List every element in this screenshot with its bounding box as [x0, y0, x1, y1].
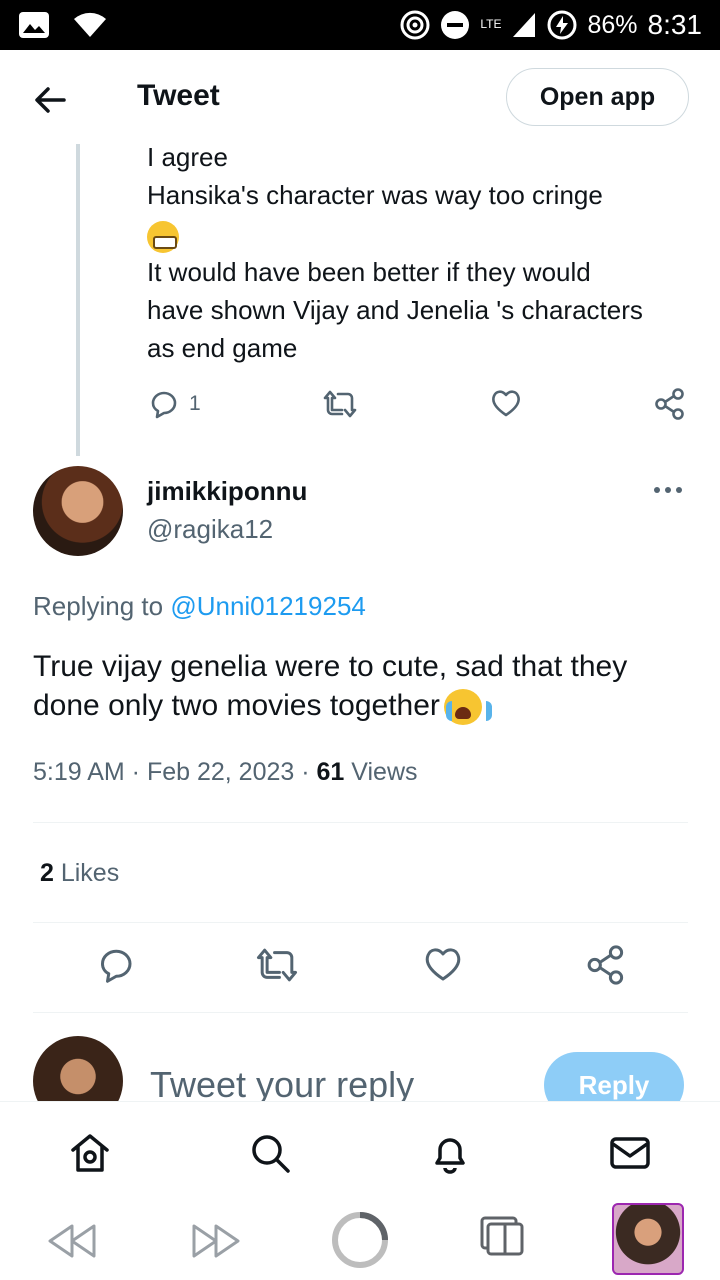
display-name[interactable]: jimikkiponnu [147, 476, 307, 507]
likes-count: 2 [40, 859, 54, 887]
tweet-line: True vijay genelia were to cute, sad tha… [33, 650, 628, 683]
messages-icon[interactable] [609, 1132, 651, 1174]
more-options-icon[interactable] [654, 480, 686, 500]
dnd-icon [441, 11, 470, 39]
reply-input[interactable]: Tweet your reply [150, 1064, 414, 1106]
network-type: LTE [480, 17, 502, 31]
reply-icon [151, 391, 177, 419]
status-bar: LTE 86% 8:31 [0, 0, 720, 50]
wifi-icon [74, 12, 106, 37]
open-app-button[interactable]: Open app [506, 68, 689, 126]
share-icon[interactable] [586, 945, 626, 985]
tweet-line-with-emoji: done only two movies together [33, 686, 693, 726]
replying-to: Replying to @Unni01219254 [33, 591, 366, 622]
loudly-crying-face-emoji [443, 689, 492, 726]
reply-icon[interactable] [95, 945, 135, 985]
parent-line: Hansika's character was way too cringe [147, 180, 603, 210]
timestamp: 5:19 AM · Feb 22, 2023 · [33, 758, 317, 786]
browser-forward-icon[interactable] [190, 1222, 242, 1260]
parent-line: It would have been better if they would [147, 257, 591, 288]
back-arrow-icon[interactable] [30, 80, 70, 120]
tweet-text: True vijay genelia were to cute, sad tha… [33, 647, 693, 726]
battery-charging-icon [547, 10, 577, 40]
like-icon[interactable] [490, 388, 522, 418]
battery-percent: 86% [587, 10, 638, 39]
hotspot-icon [400, 10, 430, 40]
search-icon[interactable] [249, 1132, 291, 1174]
bottom-navigation [0, 1101, 720, 1200]
page-title: Tweet [137, 79, 220, 112]
like-icon[interactable] [423, 945, 463, 983]
gallery-icon [19, 12, 49, 38]
parent-line: have shown Vijay and Jenelia 's characte… [147, 295, 643, 326]
replying-to-link[interactable]: @Unni01219254 [170, 591, 366, 621]
likes-label: Likes [53, 859, 120, 887]
avatar[interactable] [33, 466, 123, 556]
current-tab-thumbnail[interactable] [612, 1203, 684, 1275]
retweet-icon[interactable] [256, 945, 298, 985]
views-label: Views [344, 758, 418, 786]
share-icon[interactable] [654, 388, 686, 420]
browser-back-icon[interactable] [46, 1222, 98, 1260]
views-count: 61 [316, 758, 345, 786]
top-header: Tweet Open app [0, 50, 720, 144]
parent-tweet-actions: 1 [147, 388, 692, 422]
parent-reply-count: 1 [189, 392, 201, 415]
home-icon[interactable] [69, 1132, 111, 1174]
browser-toolbar [0, 1200, 720, 1280]
parent-reply-button[interactable]: 1 [147, 388, 201, 420]
divider [33, 922, 688, 923]
notifications-icon[interactable] [429, 1132, 471, 1174]
parent-line: as end game [147, 333, 298, 364]
divider [33, 1012, 688, 1013]
likes-summary[interactable]: 2 Likes [40, 859, 119, 888]
clock: 8:31 [647, 9, 703, 40]
replying-prefix: Replying to [33, 591, 164, 621]
parent-tweet-text: I agree Hansika's character was way too … [147, 138, 707, 367]
tweet-line: done only two movies together [33, 689, 440, 722]
tweet-meta: 5:19 AM · Feb 22, 2023 · 61 Views [33, 758, 418, 787]
tweet-actions [0, 945, 720, 991]
tabs-icon[interactable] [478, 1214, 526, 1258]
signal-icon [513, 13, 536, 37]
retweet-icon[interactable] [323, 388, 357, 420]
grimacing-face-emoji [147, 214, 707, 254]
reload-icon[interactable] [330, 1210, 390, 1270]
user-handle[interactable]: @ragika12 [147, 514, 273, 545]
thread-connector [76, 144, 80, 456]
divider [33, 822, 688, 823]
